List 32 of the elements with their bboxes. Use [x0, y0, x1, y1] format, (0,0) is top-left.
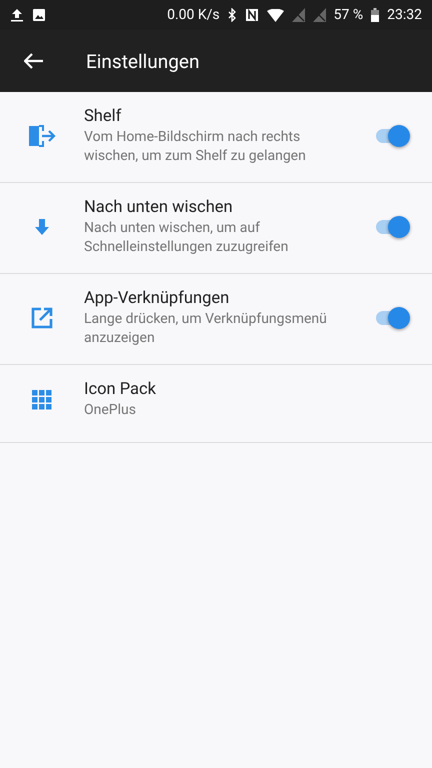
upload-icon [10, 8, 24, 22]
settings-item[interactable]: App-Verknüpfungen Lange drücken, um Verknüpfungsmenü anzuzeigen [0, 274, 432, 365]
setting-summary: Lange drücken, um Verknüpfungsmenü anzuzeigen [84, 310, 328, 348]
setting-summary: OnePlus [84, 401, 137, 420]
battery-icon [371, 8, 380, 22]
settings-item[interactable]: Shelf Vom Home-Bildschirm nach rechts wischen, um zum Shelf zu gelangen [0, 92, 432, 183]
settings-item[interactable]: Icon Pack OnePlus [0, 365, 432, 443]
settings-item[interactable]: Nach unten wischen Nach unten wischen, um auf Schnelleinstellungen zuzugreifen [0, 183, 432, 274]
toggle-switch[interactable] [374, 125, 410, 147]
setting-title: App-Verknüpfungen [84, 288, 230, 310]
exit-icon [28, 125, 56, 147]
setting-summary: Vom Home-Bildschirm nach rechts wischen, um zum Shelf zu gelangen [84, 128, 307, 166]
no-signal-icon [312, 8, 326, 22]
back-arrow-icon [24, 53, 44, 69]
nfc-icon [244, 8, 259, 22]
external-link-icon [31, 307, 53, 329]
battery-percent: 57 % [334, 7, 364, 23]
no-signal-icon [292, 8, 305, 22]
down-arrow-icon [35, 219, 49, 235]
wifi-icon [266, 8, 284, 22]
setting-title: Nach unten wischen [84, 197, 234, 219]
setting-title: Icon Pack [84, 379, 158, 401]
setting-summary: Nach unten wischen, um auf Schnelleinstellungen zuzugreifen [84, 219, 290, 257]
image-icon [32, 8, 46, 22]
clock: 23:32 [387, 7, 422, 23]
toggle-switch[interactable] [374, 307, 410, 329]
setting-title: Shelf [84, 106, 122, 128]
bluetooth-icon [228, 8, 237, 22]
window-title: Einstellungen [86, 50, 200, 72]
grid-icon [32, 390, 52, 410]
toggle-switch[interactable] [374, 216, 410, 238]
network-speed: 0.00 K/s [167, 7, 220, 23]
